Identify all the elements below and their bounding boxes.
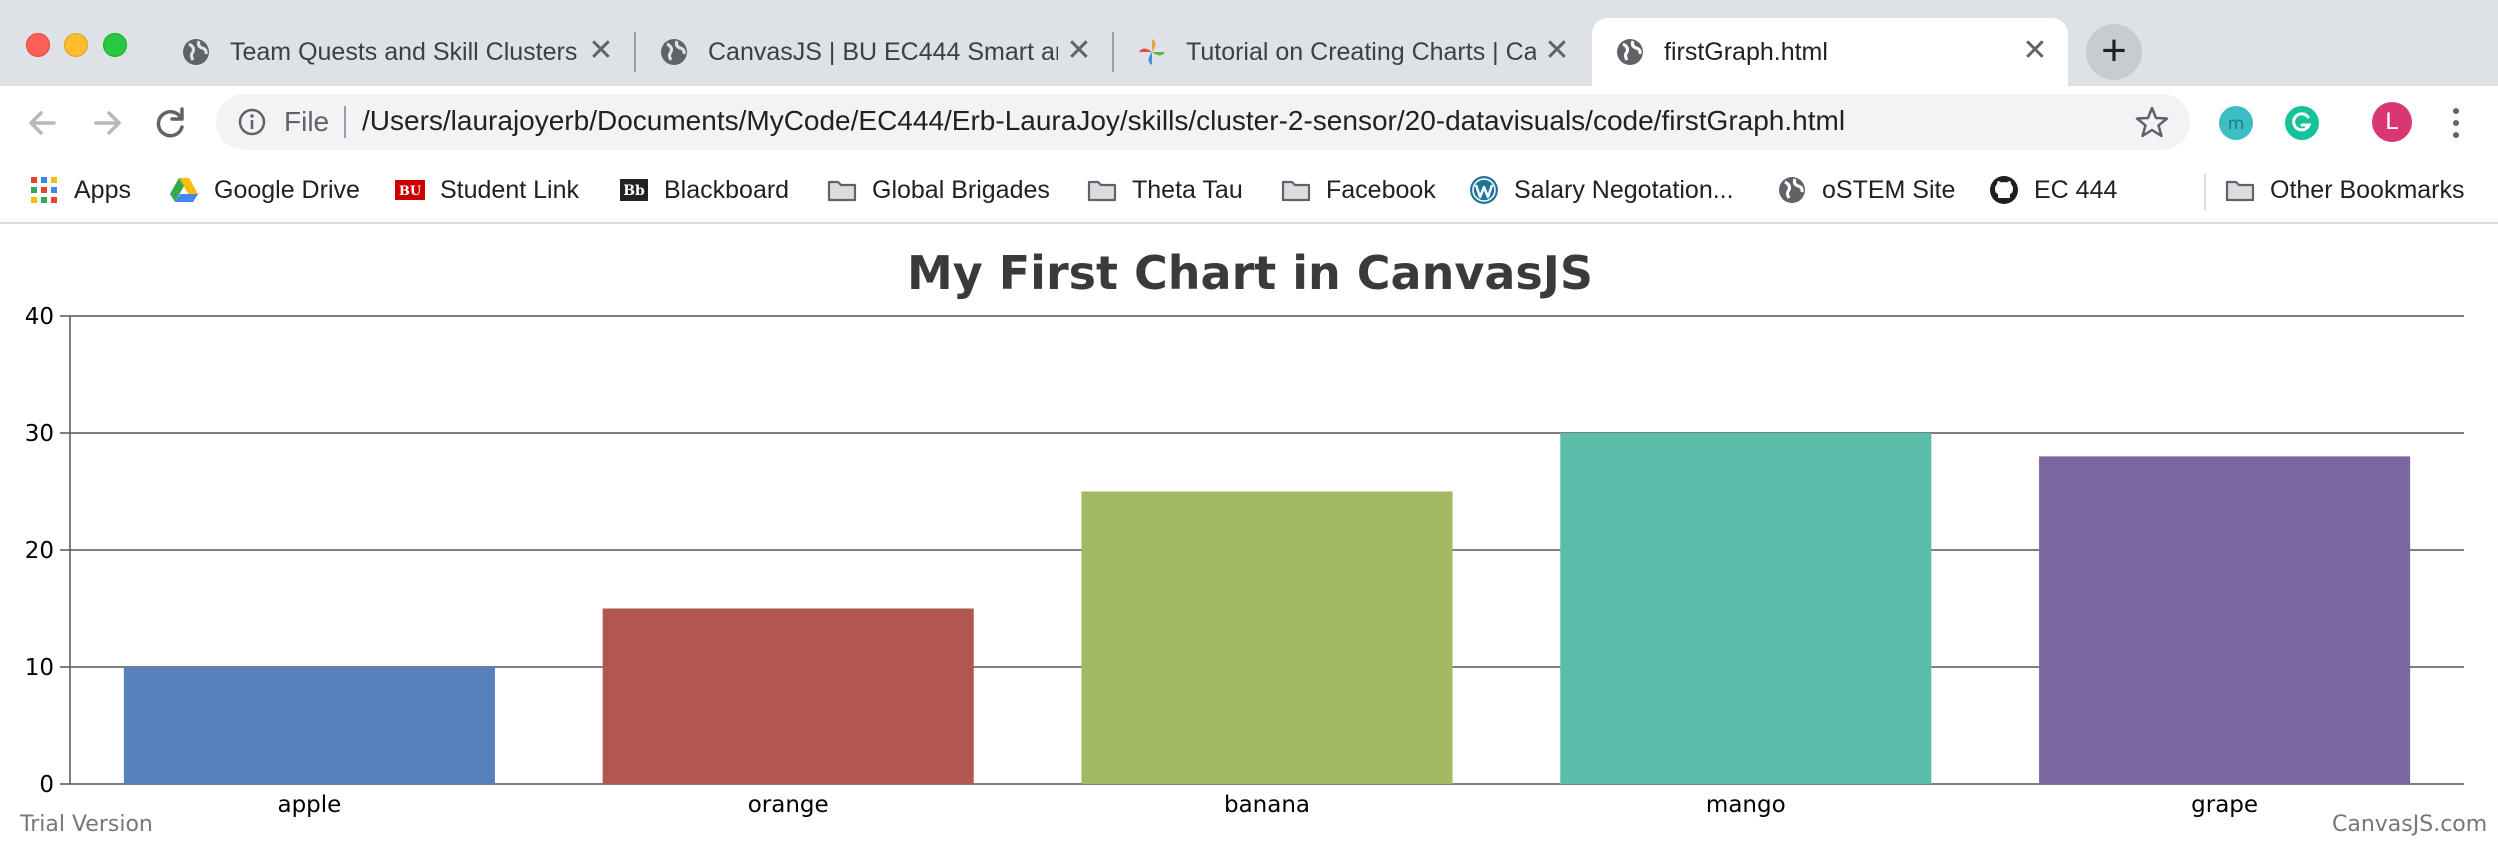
- bar-apple[interactable]: [123, 667, 495, 784]
- bookmark-salary-negotiation[interactable]: Salary Negotation...: [1468, 170, 1734, 210]
- bookmark-label: Global Brigades: [872, 175, 1050, 204]
- more-menu-icon[interactable]: [2446, 103, 2466, 143]
- globe-icon: [1779, 177, 1805, 203]
- bu-badge-text: BU: [399, 184, 422, 199]
- grammarly-icon[interactable]: [2284, 105, 2320, 141]
- forward-arrow-icon[interactable]: [82, 98, 132, 148]
- folder-icon: [1087, 180, 1117, 202]
- bookmark-facebook[interactable]: Facebook: [1280, 170, 1436, 210]
- close-tab-button[interactable]: ✕: [1540, 34, 1574, 68]
- url-text[interactable]: /Users/laurajoyerb/Documents/MyCode/EC44…: [362, 105, 1845, 137]
- x-tick-label: orange: [748, 792, 829, 818]
- y-axis-ticks: 0 10 20 30 40: [25, 304, 54, 798]
- blackboard-icon: Bb: [620, 179, 648, 201]
- bookmark-global-brigades[interactable]: Global Brigades: [826, 170, 1050, 210]
- page-content: My First Chart in CanvasJS 0 10 20 30 40 app…: [0, 226, 2498, 858]
- tab-title: Team Quests and Skill Clusters: [230, 38, 578, 66]
- close-tab-button[interactable]: ✕: [2018, 34, 2052, 68]
- globe-icon: [183, 39, 209, 65]
- bookmark-ostem-site[interactable]: oSTEM Site: [1776, 170, 1955, 210]
- trial-version-label: Trial Version: [20, 812, 153, 837]
- extension-m-icon[interactable]: m: [2218, 105, 2254, 141]
- close-tab-button[interactable]: ✕: [1062, 34, 1096, 68]
- github-icon: [1990, 176, 2018, 204]
- url-scheme-label: File: [284, 106, 330, 137]
- bookmark-student-link[interactable]: BU Student Link: [394, 170, 579, 210]
- bookmark-label: Google Drive: [214, 175, 360, 204]
- tab-canvasjs-ec444[interactable]: CanvasJS | BU EC444 Smart and ✕: [636, 18, 1112, 86]
- bookmarks-divider: [2204, 174, 2206, 210]
- back-arrow-icon[interactable]: [18, 98, 68, 148]
- bookmark-blackboard[interactable]: Bb Blackboard: [618, 170, 789, 210]
- wordpress-icon: [1470, 176, 1498, 204]
- tab-title: CanvasJS | BU EC444 Smart and: [708, 38, 1058, 66]
- close-tab-button[interactable]: ✕: [584, 34, 618, 68]
- bookmark-label: Salary Negotation...: [1514, 175, 1734, 204]
- y-tick-label: 10: [25, 655, 54, 681]
- pinwheel-icon: [1139, 39, 1165, 65]
- address-bar[interactable]: File /Users/laurajoyerb/Documents/MyCode…: [216, 94, 2190, 150]
- x-tick-label: apple: [277, 792, 341, 818]
- apps-grid-icon: [31, 177, 57, 203]
- chart-title: My First Chart in CanvasJS: [907, 246, 1593, 300]
- y-tick-label: 20: [25, 538, 54, 564]
- folder-icon: [1281, 180, 1311, 202]
- bookmark-apps[interactable]: Apps: [28, 170, 131, 210]
- folder-icon: [2225, 180, 2255, 202]
- folder-icon: [827, 180, 857, 202]
- y-tick-label: 30: [25, 421, 54, 447]
- new-tab-button[interactable]: +: [2086, 24, 2142, 80]
- x-axis-labels: apple orange banana mango grape: [277, 792, 2258, 818]
- bookmark-label: Theta Tau: [1132, 175, 1243, 204]
- x-tick-label: grape: [2191, 792, 2258, 818]
- tab-team-quests[interactable]: Team Quests and Skill Clusters ✕: [158, 18, 634, 86]
- tab-first-graph[interactable]: firstGraph.html ✕: [1592, 18, 2068, 86]
- omnibox-divider: [344, 106, 346, 138]
- bookmark-label: Apps: [74, 175, 131, 204]
- bar-banana[interactable]: [1081, 491, 1453, 785]
- info-icon[interactable]: [236, 106, 268, 138]
- zoom-window-button[interactable]: [103, 33, 127, 57]
- bb-badge-text: Bb: [623, 183, 645, 199]
- svg-text:m: m: [2228, 114, 2245, 134]
- globe-icon: [1617, 39, 1643, 65]
- bu-logo-icon: BU: [395, 180, 425, 200]
- bookmark-label: Facebook: [1326, 175, 1436, 204]
- google-drive-icon: [170, 178, 198, 202]
- tab-tutorial-charts[interactable]: Tutorial on Creating Charts | CanvasJS ✕: [1114, 18, 1590, 86]
- tab-title: Tutorial on Creating Charts | CanvasJS: [1186, 38, 1536, 66]
- globe-icon: [661, 39, 687, 65]
- bookmark-ec444[interactable]: EC 444: [1988, 170, 2117, 210]
- browser-toolbar: File /Users/laurajoyerb/Documents/MyCode…: [0, 86, 2498, 160]
- minimize-window-button[interactable]: [64, 33, 88, 57]
- tab-title: firstGraph.html: [1664, 38, 1828, 66]
- profile-avatar[interactable]: L: [2372, 102, 2412, 142]
- bookmark-star-icon[interactable]: [2134, 104, 2170, 140]
- close-window-button[interactable]: [26, 33, 50, 57]
- canvasjs-credit-link[interactable]: CanvasJS.com: [2332, 812, 2487, 837]
- y-tick-label: 40: [25, 304, 54, 330]
- x-tick-label: mango: [1706, 792, 1786, 818]
- bar-chart: My First Chart in CanvasJS 0 10 20 30 40 app…: [25, 246, 2464, 818]
- bookmark-other-bookmarks[interactable]: Other Bookmarks: [2224, 170, 2465, 210]
- bar-orange[interactable]: [602, 608, 974, 785]
- chart-bars: [123, 433, 2411, 785]
- bookmark-label: Other Bookmarks: [2270, 175, 2465, 204]
- bar-mango[interactable]: [1560, 433, 1932, 784]
- bookmark-label: Student Link: [440, 175, 579, 204]
- bookmark-google-drive[interactable]: Google Drive: [168, 170, 360, 210]
- bookmark-label: oSTEM Site: [1822, 175, 1956, 204]
- bookmark-label: EC 444: [2034, 175, 2118, 204]
- reload-icon[interactable]: [146, 98, 196, 148]
- bar-grape[interactable]: [2039, 456, 2411, 784]
- tab-strip: Team Quests and Skill Clusters ✕ CanvasJ…: [0, 0, 2498, 86]
- bookmark-theta-tau[interactable]: Theta Tau: [1086, 170, 1243, 210]
- bookmark-label: Blackboard: [664, 175, 790, 204]
- y-tick-label: 0: [39, 772, 54, 798]
- bookmarks-bar: Apps Google Drive BU Student Link Bb Bla…: [0, 160, 2498, 224]
- x-tick-label: banana: [1224, 792, 1310, 818]
